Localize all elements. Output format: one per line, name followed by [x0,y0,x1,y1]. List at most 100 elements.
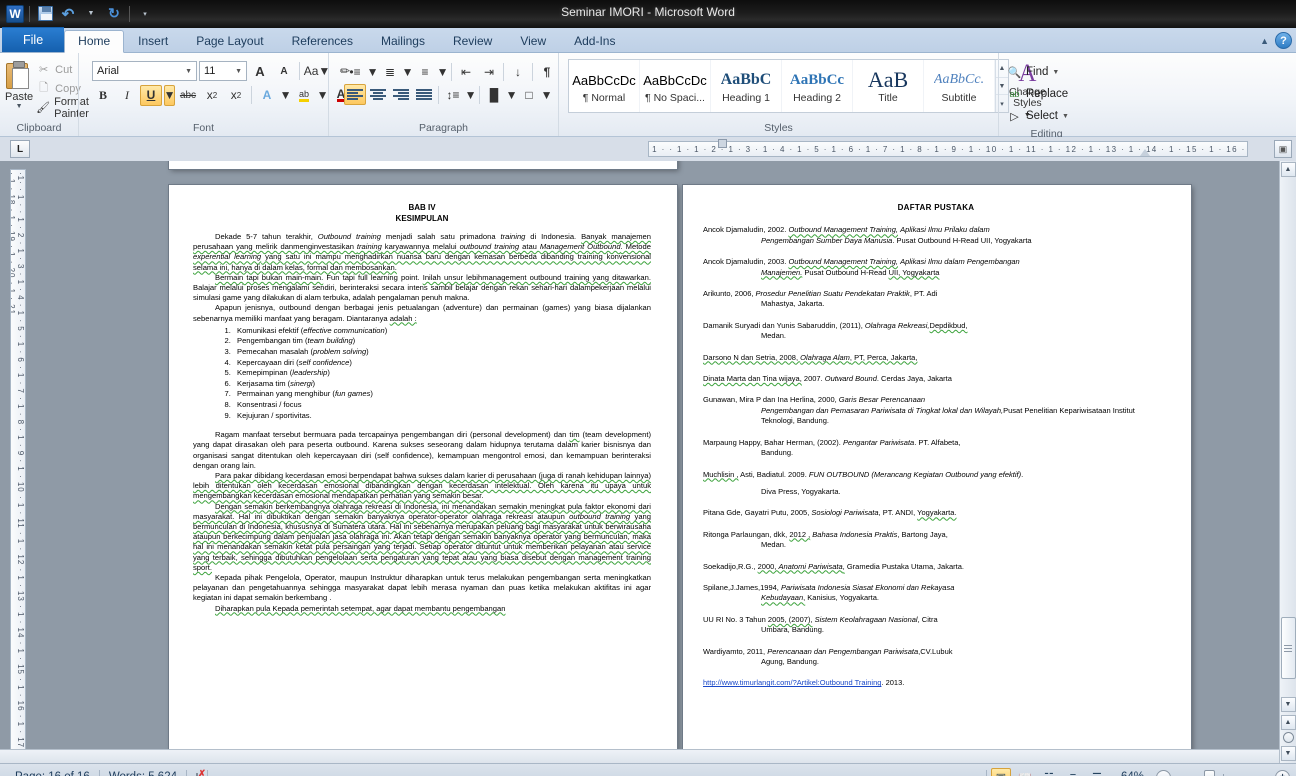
horizontal-ruler[interactable]: · 2 · 1 · 1 · 1 · · 1 · 1 · 2 · 1 · 3 · … [648,141,1248,157]
tab-review[interactable]: Review [439,30,506,52]
previous-page-icon[interactable]: ▲ [1280,715,1296,730]
shrink-font-button[interactable]: A [273,61,295,82]
view-outline-icon[interactable]: ≡ [1063,768,1083,776]
style-subtitle[interactable]: AaBbCc. Subtitle [924,60,995,112]
show-formatting-marks-button[interactable]: ¶ [536,61,558,82]
chevron-down-icon[interactable]: ▼ [231,68,244,75]
justify-button[interactable] [413,84,435,105]
underline-button[interactable]: U [140,84,162,106]
highlight-dropdown-icon[interactable]: ▼ [317,85,329,106]
style-heading-2[interactable]: AaBbCc Heading 2 [782,60,853,112]
help-icon[interactable]: ? [1275,32,1292,49]
tab-file[interactable]: File [2,27,65,52]
document-page-left[interactable]: BAB IV KESIMPULAN Dekade 5-7 tahun terak… [169,185,677,763]
style-title[interactable]: AaB Title [853,60,924,112]
line-spacing-dropdown-icon[interactable]: ▼ [465,84,477,105]
bullets-dropdown-icon[interactable]: ▼ [367,61,379,82]
subscript-button[interactable]: x2 [201,85,223,106]
text-effects-button[interactable]: A [256,85,278,106]
select-button[interactable]: ▷ Select ▼ [1004,105,1072,127]
font-size-combobox[interactable]: 11 ▼ [199,61,247,81]
zoom-level[interactable]: 64% [1111,771,1152,776]
grow-font-button[interactable]: A [249,61,271,82]
zoom-slider[interactable] [1175,769,1271,776]
sort-button[interactable]: ↓ [507,61,529,82]
view-web-layout-icon[interactable]: ☷ [1039,768,1059,776]
list-item: Permainan yang menghibur (fun games) [233,389,651,400]
strikethrough-button[interactable]: abc [177,85,199,106]
document-page-right[interactable]: DAFTAR PUSTAKA Ancok Djamaludin, 2002. O… [683,185,1191,763]
font-name-combobox[interactable]: Arial ▼ [92,61,197,81]
italic-button[interactable]: I [116,85,138,106]
decrease-indent-button[interactable]: ⇤ [455,61,477,82]
chevron-down-icon[interactable]: ▼ [1052,69,1059,76]
view-draft-icon[interactable]: ☰ [1087,768,1107,776]
zoom-in-button[interactable]: + [1275,769,1290,776]
minimize-ribbon-icon[interactable]: ▲ [1260,36,1269,46]
chevron-down-icon[interactable]: ▼ [181,68,194,75]
word-count[interactable]: Words: 5,624 [100,768,186,776]
vertical-ruler[interactable]: ·1· · 1 · · 1 · 2 · 1 · 3 · 1 · 4 · 1 · … [10,169,26,754]
hyperlink[interactable]: http://www.timurlangit.com/?Artikel:Outb… [703,678,881,687]
view-print-layout-icon[interactable]: ▣ [990,768,1011,776]
proofing-status-icon[interactable]: ✗ [187,769,207,776]
bibliography-title: DAFTAR PUSTAKA [897,203,975,212]
reference-entry: Darsono N dan Setria, 2008, Olahraga Ala… [703,352,918,362]
chevron-down-icon[interactable]: ▼ [16,103,23,110]
style-heading-1[interactable]: AaBbC Heading 1 [711,60,782,112]
tab-stop-selector[interactable]: L [10,140,30,158]
style-no-spacing[interactable]: AaBbCcDc ¶ No Spaci... [640,60,711,112]
align-left-icon [347,88,363,101]
tab-add-ins[interactable]: Add-Ins [560,30,629,52]
chevron-down-icon[interactable]: ▼ [1062,113,1069,120]
indent-marker[interactable] [718,139,727,148]
horizontal-scrollbar[interactable] [0,749,1279,763]
right-indent-marker[interactable] [1140,149,1150,156]
borders-dropdown-icon[interactable]: ▼ [541,84,553,105]
superscript-button[interactable]: x2 [225,85,247,106]
scroll-up-icon[interactable]: ▲ [1280,162,1296,177]
tab-view[interactable]: View [506,30,560,52]
underline-dropdown-icon[interactable]: ▼ [164,84,175,106]
tab-insert[interactable]: Insert [124,30,182,52]
align-left-button[interactable] [344,84,366,105]
change-case-button[interactable]: Aa ▼ [304,61,331,82]
shading-button[interactable]: █ [483,84,505,105]
multilevel-dropdown-icon[interactable]: ▼ [437,61,449,82]
zoom-slider-handle[interactable] [1204,769,1215,776]
tab-references[interactable]: References [278,30,367,52]
replace-button[interactable]: ab Replace [1004,83,1071,105]
style-normal[interactable]: AaBbCcDc ¶ Normal [569,60,640,112]
numbering-dropdown-icon[interactable]: ▼ [402,61,414,82]
scrollbar-track[interactable] [1280,177,1296,696]
select-browse-object-icon[interactable] [1282,732,1294,743]
page-indicator[interactable]: Page: 16 of 16 [6,768,99,776]
next-page-icon[interactable]: ▼ [1280,746,1296,761]
tab-home[interactable]: Home [64,30,125,53]
style-label: ¶ Normal [582,92,626,104]
view-full-screen-reading-icon[interactable]: 📖 [1015,768,1035,776]
numbering-button[interactable]: ≣ [379,61,401,82]
line-spacing-button[interactable]: ↕≡ [442,84,464,105]
find-button[interactable]: 🔍 Find ▼ [1004,61,1062,83]
text-highlight-button[interactable]: ab [293,85,315,106]
styles-gallery[interactable]: AaBbCcDc ¶ Normal AaBbCcDc ¶ No Spaci...… [568,59,1009,113]
align-center-button[interactable] [367,84,389,105]
paste-button[interactable]: Paste ▼ [5,58,33,110]
align-right-button[interactable] [390,84,412,105]
paste-icon [5,60,33,90]
bold-button[interactable]: B [92,85,114,106]
scrollbar-thumb[interactable] [1280,617,1296,679]
tab-mailings[interactable]: Mailings [367,30,439,52]
bullets-button[interactable]: •≡ [344,61,366,82]
shading-dropdown-icon[interactable]: ▼ [506,84,518,105]
text-effects-dropdown-icon[interactable]: ▼ [280,85,292,106]
borders-button[interactable]: □ [518,84,540,105]
scroll-down-icon[interactable]: ▼ [1280,697,1296,712]
browse-object-icon[interactable]: ▣ [1274,140,1292,158]
increase-indent-button[interactable]: ⇥ [478,61,500,82]
tab-page-layout[interactable]: Page Layout [182,30,277,52]
vertical-scrollbar[interactable]: ▲ ▼ ▲ ▼ [1279,161,1296,763]
zoom-out-button[interactable]: − [1156,769,1171,776]
multilevel-list-button[interactable]: ≡ [414,61,436,82]
